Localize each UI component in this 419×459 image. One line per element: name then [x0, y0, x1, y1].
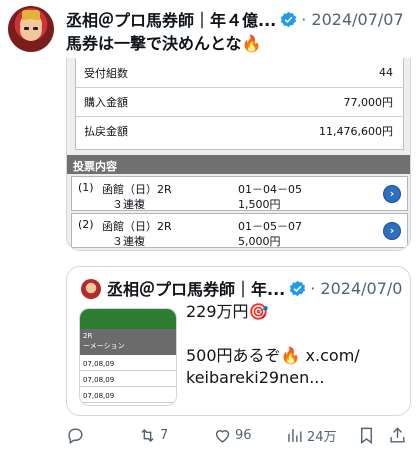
retweet-count: 7 — [160, 427, 169, 443]
quote-line: keibareki29nen... — [186, 368, 325, 387]
bet-number: (2) — [78, 218, 94, 231]
avatar-eye-left — [24, 27, 29, 30]
summary-label: 受付組数 — [84, 66, 128, 80]
bet-type: ３連複 — [112, 198, 145, 211]
bet-row[interactable]: (2) 函館（日）2R ３連複 01－05－07 5,000円 › — [71, 213, 408, 248]
bookmark-button[interactable] — [357, 423, 379, 447]
bet-row[interactable]: (1) 函館（日）2R ３連複 01－04－05 1,500円 › — [71, 176, 408, 211]
like-count: 96 — [235, 427, 252, 443]
chevron-right-icon[interactable]: › — [383, 185, 401, 203]
quoted-tweet[interactable]: 丞相＠プロ馬券師｜年... · 2024/07/07 2R ーメーション 07,… — [66, 266, 411, 416]
ticket-summary: 受付組数 44 購入金額 77,000円 払戻金額 11,476,600円 — [75, 58, 404, 150]
summary-row: 購入金額 77,000円 — [76, 87, 403, 116]
summary-value: 44 — [379, 66, 393, 79]
thumb-title-bar: 2R ーメーション — [80, 329, 176, 355]
summary-value: 77,000円 — [343, 96, 394, 109]
quote-line: 229万円🎯 — [186, 302, 269, 321]
summary-value: 11,476,600円 — [319, 125, 393, 138]
chevron-right-icon[interactable]: › — [383, 222, 401, 240]
thumb-green-band — [80, 309, 176, 329]
quote-date: · 2024/07/07 — [310, 278, 402, 298]
bet-amount: 5,000円 — [238, 235, 281, 248]
views-count: 24万 — [307, 429, 337, 445]
retweet-button[interactable]: 7 — [138, 423, 168, 447]
summary-row: 払戻金額 11,476,600円 — [76, 116, 403, 145]
quote-thumbnail: 2R ーメーション 07,08,09 07,08,09 07,08,09 — [79, 308, 177, 406]
views-chart-icon — [288, 428, 302, 442]
summary-row: 受付組数 44 — [76, 58, 403, 87]
avatar-eye-right — [33, 27, 38, 30]
thumb-row: 07,08,09 — [80, 387, 176, 403]
tweet-actions: 7 96 24万 — [66, 423, 411, 447]
share-icon — [390, 426, 405, 443]
like-button[interactable]: 96 — [213, 423, 252, 447]
bet-race: 函館（日）2R — [102, 220, 172, 233]
tweet-date[interactable]: · 2024/07/07 — [301, 10, 403, 29]
bet-combination: 01－05－07 — [238, 220, 302, 233]
thumb-row: 07,08,09 — [80, 355, 176, 371]
avatar-face — [20, 19, 42, 41]
quote-blank-line — [186, 323, 360, 345]
quote-text: 229万円🎯 500円あるぞ🔥 x.com/ keibareki29nen... — [186, 301, 360, 389]
quote-header: 丞相＠プロ馬券師｜年... · 2024/07/07 — [107, 277, 402, 300]
quote-author-avatar — [81, 279, 101, 299]
summary-label: 払戻金額 — [84, 125, 128, 138]
thumb-label: 2R — [83, 332, 93, 340]
bets-header: 投票内容 — [67, 155, 410, 174]
heart-icon — [215, 429, 230, 443]
bet-number: (1) — [78, 181, 94, 194]
bet-race: 函館（日）2R — [102, 183, 172, 196]
verified-badge-icon — [289, 280, 306, 297]
author-avatar[interactable] — [8, 6, 54, 52]
tweet-header: 丞相＠プロ馬券師｜年４億... · 2024/07/07 — [66, 8, 411, 31]
quote-line: 500円あるぞ🔥 x.com/ — [186, 346, 360, 365]
tweet-text: 馬券は一撃で決めんとな🔥 — [66, 34, 262, 53]
views-button[interactable]: 24万 — [285, 423, 337, 447]
bet-type: ３連複 — [112, 235, 145, 248]
verified-badge-icon — [280, 11, 297, 28]
bookmark-icon — [361, 427, 372, 444]
bet-amount: 1,500円 — [238, 198, 281, 211]
ticket-screenshot[interactable]: 受付組数 44 購入金額 77,000円 払戻金額 11,476,600円 投票内容 … — [66, 58, 411, 251]
reply-icon — [68, 427, 83, 444]
bet-combination: 01－04－05 — [238, 183, 302, 196]
thumb-row: 07,08,09 — [80, 371, 176, 387]
retweet-icon — [141, 428, 154, 442]
quote-author-name: 丞相＠プロ馬券師｜年... — [107, 280, 286, 299]
thumb-label: ーメーション — [83, 342, 125, 350]
summary-label: 購入金額 — [84, 96, 128, 109]
author-name[interactable]: 丞相＠プロ馬券師｜年４億... — [66, 8, 276, 30]
share-button[interactable] — [388, 423, 410, 447]
reply-button[interactable] — [66, 423, 88, 447]
